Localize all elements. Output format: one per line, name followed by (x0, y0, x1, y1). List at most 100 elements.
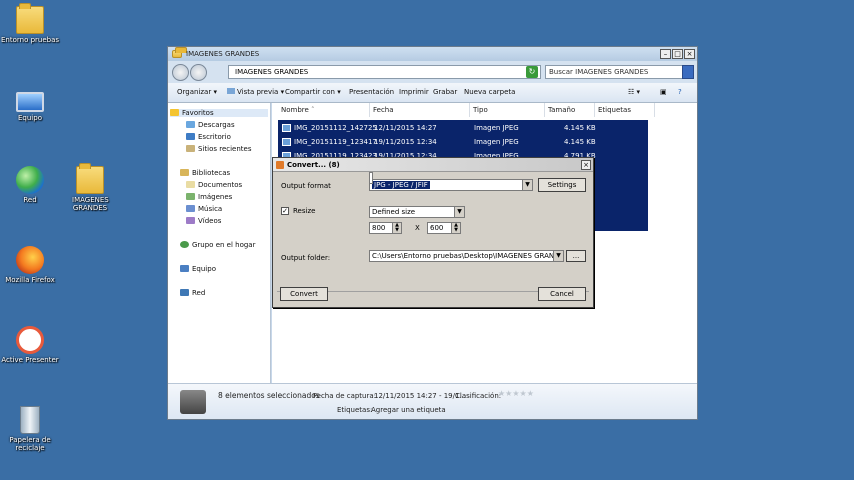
preview-pane-icon[interactable]: ▣ (660, 88, 667, 96)
sidebar-item-downloads[interactable]: Descargas (186, 121, 235, 129)
output-format-select[interactable]: JPG - JPEG / JFIF ▼ (369, 179, 533, 191)
sort-arrow-icon: ˄ (311, 106, 315, 114)
maximize-button[interactable]: □ (672, 49, 683, 59)
minimize-button[interactable]: – (660, 49, 671, 59)
documents-icon (186, 181, 195, 188)
search-placeholder: Buscar IMAGENES GRANDES (549, 68, 649, 76)
desktop-icon-label: IMAGENES GRANDES (72, 196, 109, 212)
presentation-button[interactable]: Presentación (349, 88, 394, 96)
sidebar-item-recent[interactable]: Sitios recientes (186, 145, 252, 153)
search-input[interactable]: Buscar IMAGENES GRANDES (545, 65, 686, 79)
sidebar-item-network[interactable]: Red (180, 289, 205, 297)
help-icon[interactable]: ? (678, 88, 682, 96)
desktop-icon-label: Entorno pruebas (0, 36, 60, 44)
folder-icon (172, 47, 187, 58)
width-stepper[interactable]: 800 ▲ ▼ (369, 222, 402, 234)
folder-icon (16, 3, 44, 34)
convert-button[interactable]: Convert (280, 287, 328, 301)
rating-stars[interactable]: ★★★★★ (498, 389, 534, 398)
desktop-icon-recycle-bin[interactable]: Papelera de reciclaje (0, 406, 60, 452)
sidebar-item-music[interactable]: Música (186, 205, 222, 213)
output-folder-select[interactable] (369, 172, 373, 184)
tags-label: Etiquetas: (337, 406, 373, 414)
desktop-icon-red[interactable]: Red (0, 166, 60, 204)
desktop-icon-firefox[interactable]: Mozilla Firefox (0, 246, 60, 284)
spin-arrows-icon: ▲ ▼ (451, 223, 460, 233)
desktop-icon-entorno-pruebas[interactable]: Entorno pruebas (0, 3, 60, 44)
music-icon (186, 205, 195, 212)
capture-date-value: 12/11/2015 14:27 - 19/1... (374, 392, 467, 400)
sidebar-item-desktop[interactable]: Escritorio (186, 133, 231, 141)
star-icon: ★ (512, 389, 520, 398)
search-icon[interactable] (682, 65, 694, 79)
homegroup-icon (180, 241, 189, 248)
tags-input[interactable]: Agregar una etiqueta (371, 406, 446, 414)
videos-icon (186, 217, 195, 224)
breadcrumb: IMAGENES GRANDES (235, 68, 309, 76)
convert-dialog: Convert... (8) × Output format JPG - JPE… (272, 157, 594, 308)
rating-label: Clasificación: (455, 392, 502, 400)
height-stepper[interactable]: 600 ▲ ▼ (427, 222, 461, 234)
window-titlebar[interactable]: IMAGENES GRANDES – □ × (168, 47, 697, 61)
dialog-titlebar[interactable]: Convert... (8) × (273, 158, 593, 172)
cancel-button[interactable]: Cancel (538, 287, 586, 301)
output-folder-label: Output folder: (281, 254, 331, 262)
print-button[interactable]: Imprimir (399, 88, 429, 96)
desktop-icon-label: Red (23, 196, 37, 204)
table-row[interactable]: IMG_20151112_142725 12/11/2015 14:27 Ima… (278, 121, 648, 135)
burn-button[interactable]: Grabar (433, 88, 457, 96)
app-icon (276, 161, 284, 169)
column-header-date[interactable]: Fecha (370, 103, 470, 117)
command-bar: Organizar ▾ Vista previa ▾ Compartir con… (168, 83, 697, 103)
sidebar-item-images[interactable]: Imágenes (186, 193, 232, 201)
close-button[interactable]: × (684, 49, 695, 59)
network-icon (16, 166, 44, 194)
sidebar-item-homegroup[interactable]: Grupo en el hogar (180, 241, 255, 249)
sidebar-item-videos[interactable]: Vídeos (186, 217, 221, 225)
resize-mode-select[interactable]: Defined size ▼ (369, 206, 465, 218)
preview-icon (227, 88, 235, 94)
sidebar-item-computer[interactable]: Equipo (180, 265, 216, 273)
spin-arrows-icon: ▲ ▼ (392, 223, 401, 233)
desktop-icon-activepresenter[interactable]: Active Presenter (0, 326, 60, 364)
downloads-icon (186, 121, 195, 128)
new-folder-button[interactable]: Nueva carpeta (464, 88, 515, 96)
resize-checkbox[interactable]: ✓ (281, 207, 289, 215)
sidebar-item-documents[interactable]: Documentos (186, 181, 242, 189)
table-row[interactable]: IMG_20151119_123417 19/11/2015 12:34 Ima… (278, 135, 648, 149)
window-title: IMAGENES GRANDES (186, 50, 260, 58)
view-options-icon[interactable]: ☷ ▾ (628, 88, 640, 96)
back-button[interactable] (172, 64, 189, 81)
column-header-tags[interactable]: Etiquetas (595, 103, 655, 117)
desktop-icon-imagenes-grandes[interactable]: IMAGENES GRANDES (60, 163, 120, 212)
organize-button[interactable]: Organizar ▾ (177, 88, 217, 96)
settings-button[interactable]: Settings (538, 178, 586, 192)
column-header-type[interactable]: Tipo (470, 103, 545, 117)
share-button[interactable]: Compartir con ▾ (285, 88, 341, 96)
sidebar-item-favorites[interactable]: Favoritos (170, 109, 268, 117)
output-folder-field[interactable]: C:\Users\Entorno pruebas\Desktop\IMAGENE… (369, 250, 564, 262)
sidebar-item-libraries[interactable]: Bibliotecas (180, 169, 230, 177)
images-icon (186, 193, 195, 200)
dialog-title: Convert... (8) (287, 161, 340, 169)
output-format-label: Output format (281, 182, 331, 190)
network-icon (180, 289, 189, 296)
recent-places-icon (186, 145, 195, 152)
times-label: X (415, 224, 420, 232)
forward-button[interactable] (190, 64, 207, 81)
desktop-icon (186, 133, 195, 140)
desktop-icon-label: Equipo (18, 114, 42, 122)
preview-button[interactable]: Vista previa ▾ (227, 88, 284, 96)
navigation-pane: Favoritos Descargas Escritorio Sitios re… (168, 103, 271, 385)
refresh-icon[interactable]: ↻ (526, 66, 538, 78)
desktop-icon-label: Papelera de reciclaje (9, 436, 51, 452)
address-bar[interactable]: IMAGENES GRANDES (228, 65, 541, 79)
close-button[interactable]: × (581, 160, 591, 170)
desktop-icon-equipo[interactable]: Equipo (0, 86, 60, 122)
column-header-size[interactable]: Tamaño (545, 103, 595, 117)
star-icon: ★ (526, 389, 534, 398)
star-icon (170, 109, 179, 116)
browse-button[interactable]: ... (566, 250, 586, 262)
column-header-name[interactable]: Nombre ˄ (278, 103, 370, 117)
selection-count: 8 elementos seleccionados (218, 391, 320, 400)
